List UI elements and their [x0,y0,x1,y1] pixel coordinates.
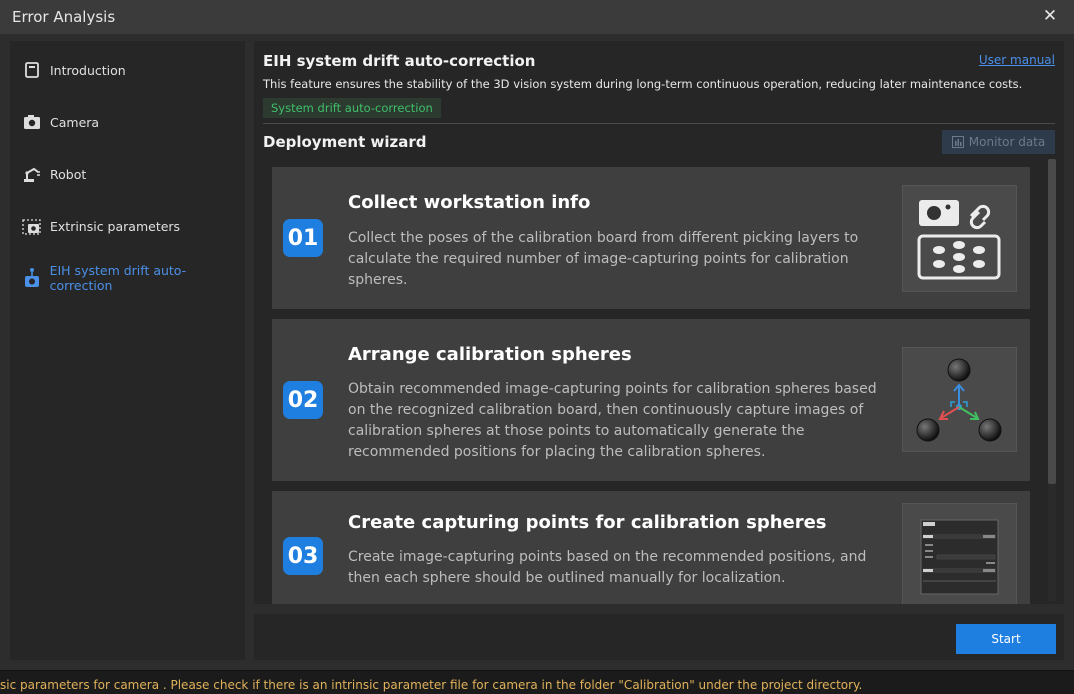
wizard-steps-list[interactable]: 01 Collect workstation info Collect the … [263,159,1043,604]
sidebar: Introduction Camera Robot Extrinsic para… [10,41,245,660]
close-icon[interactable]: ✕ [1040,6,1060,26]
monitor-data-label: Monitor data [968,135,1046,149]
footer-bar: Start [254,614,1064,660]
step-title: Create capturing points for calibration … [348,512,827,533]
sidebar-item-label: Introduction [50,62,126,78]
sidebar-item-label: EIH system drift auto-correction [49,263,187,293]
divider [263,123,1055,124]
title-bar: Error Analysis ✕ [0,0,1074,34]
sidebar-item-camera[interactable]: Camera [22,111,99,133]
sidebar-item-eih-drift-correction[interactable]: EIH system drift auto-correction [22,263,245,293]
wizard-step-3[interactable]: 03 Create capturing points for calibrati… [272,491,1030,604]
sidebar-item-introduction[interactable]: Introduction [22,59,126,81]
step-number-badge: 01 [283,219,323,257]
step-title: Collect workstation info [348,192,591,213]
vertical-scrollbar[interactable] [1048,159,1056,601]
feature-description: This feature ensures the stability of th… [263,77,1023,91]
sidebar-item-label: Camera [50,114,100,130]
step-number-badge: 03 [283,537,323,575]
sidebar-item-label: Extrinsic parameters [50,218,181,234]
monitor-data-button[interactable]: Monitor data [942,130,1055,154]
step-description: Create image-capturing points based on t… [348,549,867,586]
sidebar-item-label: Robot [50,166,87,182]
camera-icon [22,112,42,132]
robot-arm-icon [22,164,42,184]
step-title: Arrange calibration spheres [348,344,632,365]
error-analysis-window: Error Analysis ✕ Introduction Camera Rob… [0,0,1074,671]
extrinsic-camera-icon [22,216,42,236]
calibration-spheres-illustration [902,347,1017,452]
user-manual-link[interactable]: User manual [979,53,1055,67]
sidebar-item-robot[interactable]: Robot [22,163,86,185]
window-title: Error Analysis [12,8,116,26]
wizard-step-1[interactable]: 01 Collect workstation info Collect the … [272,167,1030,309]
step-number-badge: 02 [283,381,323,419]
status-message: sic parameters for camera . Please check… [0,678,863,692]
step-description: Obtain recommended image-capturing point… [348,381,877,460]
start-button[interactable]: Start [956,624,1056,654]
bar-chart-icon [951,136,964,148]
wizard-title: Deployment wizard [263,133,427,151]
scrollbar-thumb[interactable] [1048,159,1056,484]
main-panel: EIH system drift auto-correction User ma… [254,41,1064,604]
step-description: Collect the poses of the calibration boa… [348,230,859,288]
book-icon [22,60,42,80]
feature-tag: System drift auto-correction [263,98,441,118]
capturing-points-illustration [902,503,1017,604]
eih-drift-icon [22,268,42,288]
workstation-info-illustration [902,185,1017,292]
page-title: EIH system drift auto-correction [263,52,536,70]
sidebar-item-extrinsic-parameters[interactable]: Extrinsic parameters [22,215,180,237]
wizard-step-2[interactable]: 02 Arrange calibration spheres Obtain re… [272,319,1030,481]
